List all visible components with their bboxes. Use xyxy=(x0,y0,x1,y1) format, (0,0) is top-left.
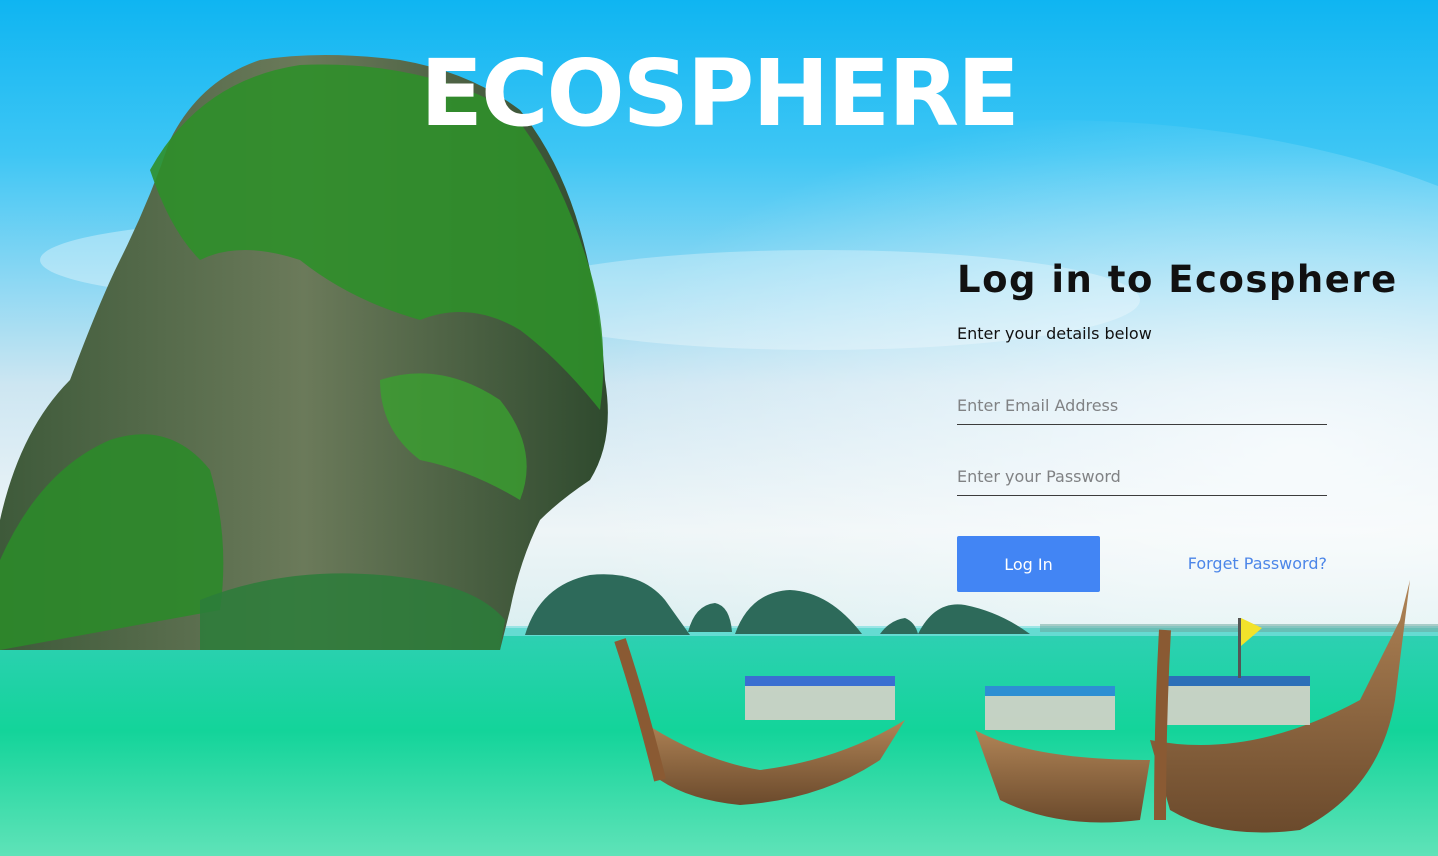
brand-title: ECOSPHERE xyxy=(420,40,1020,147)
forgot-password-link[interactable]: Forget Password? xyxy=(1188,554,1327,573)
password-input[interactable] xyxy=(957,467,1327,497)
email-input[interactable] xyxy=(957,396,1327,426)
login-actions: Log In Forget Password? xyxy=(957,536,1327,593)
login-subtitle: Enter your details below xyxy=(957,324,1152,344)
login-button[interactable]: Log In xyxy=(957,536,1100,593)
login-panel: Log in to Ecosphere Enter your details b… xyxy=(957,258,1398,593)
login-title: Log in to Ecosphere xyxy=(957,258,1398,301)
